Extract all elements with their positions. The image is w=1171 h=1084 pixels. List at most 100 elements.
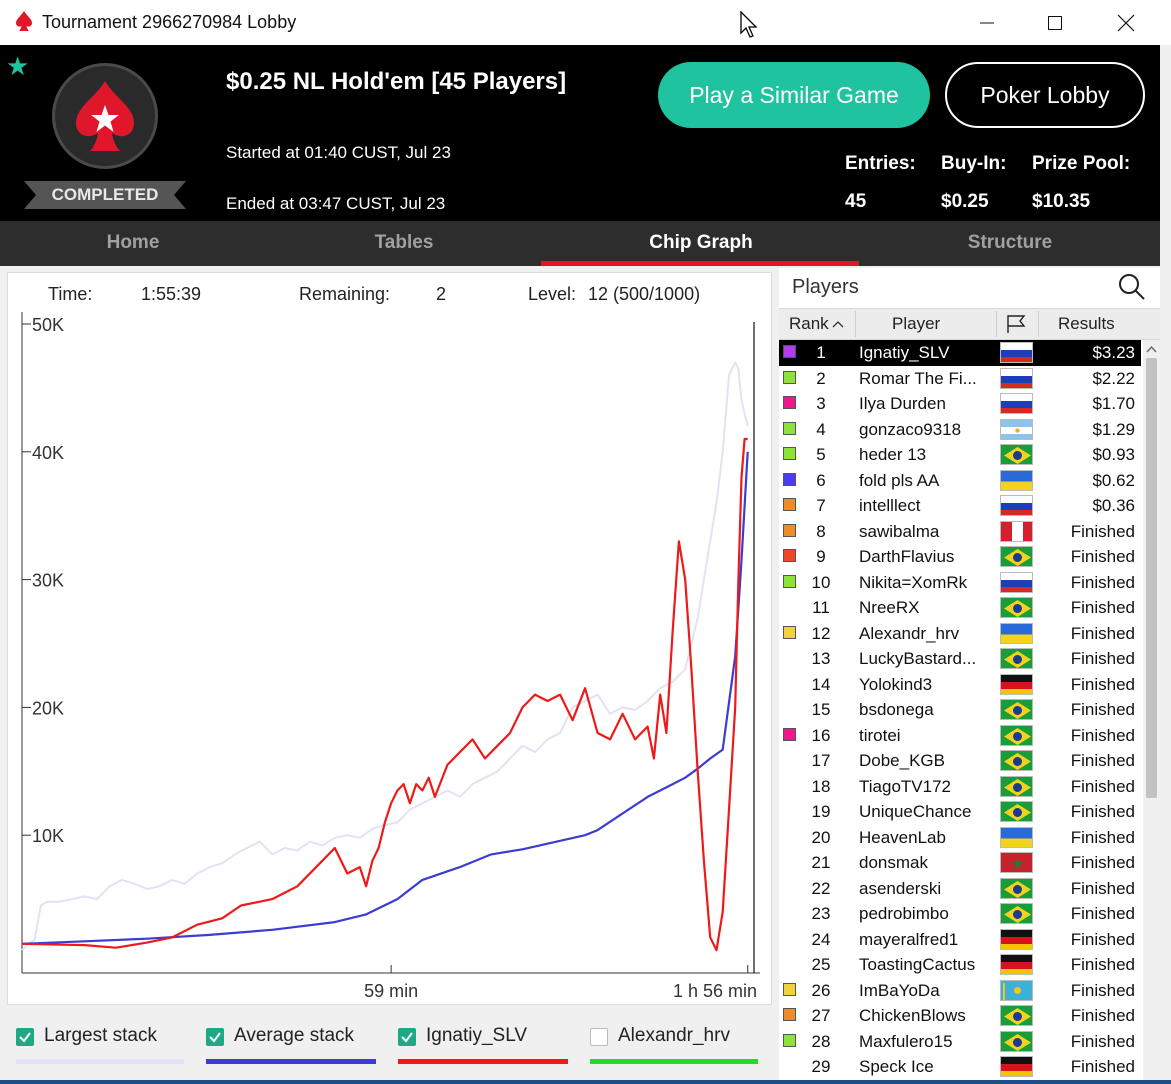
player-result: Finished <box>1070 776 1135 796</box>
player-color-swatch[interactable] <box>783 1033 796 1047</box>
table-row[interactable]: 14 Yolokind3 Finished <box>779 672 1141 698</box>
flag-br-icon <box>1000 699 1033 720</box>
tab-structure[interactable]: Structure <box>860 221 1160 266</box>
player-color-swatch[interactable] <box>783 1008 796 1021</box>
table-row[interactable]: 22 asenderski Finished <box>779 876 1141 902</box>
ignatiy-slv-checkbox[interactable] <box>398 1028 416 1046</box>
table-row[interactable]: 24 mayeralfred1 Finished <box>779 927 1141 953</box>
player-result: Finished <box>1070 547 1135 566</box>
player-color-swatch[interactable] <box>783 523 796 537</box>
player-result: Finished <box>1070 853 1135 872</box>
alexandr-hrv-checkbox[interactable] <box>590 1028 608 1046</box>
player-rank: 17 <box>811 751 831 770</box>
player-color-swatch[interactable] <box>783 370 796 384</box>
player-result: Finished <box>1070 674 1135 694</box>
player-result: Finished <box>1070 904 1135 923</box>
y-tick-label: 50K <box>32 315 64 335</box>
player-result: Finished <box>1070 980 1135 1000</box>
table-row[interactable]: 19 UniqueChance Finished <box>779 799 1141 825</box>
average-stack-checkbox[interactable] <box>206 1028 224 1046</box>
player-result: $2.22 <box>1092 368 1135 388</box>
close-button[interactable] <box>1091 0 1161 45</box>
table-row[interactable]: 2 Romar The Fi... $2.22 <box>779 366 1141 392</box>
player-color-swatch[interactable] <box>783 498 796 511</box>
player-rank: 29 <box>811 1057 831 1076</box>
table-row[interactable]: 18 TiagoTV172 Finished <box>779 774 1141 800</box>
taskbar-edge <box>0 1080 1171 1084</box>
table-row[interactable]: 28 Maxfulero15 Finished <box>779 1029 1141 1055</box>
y-tick-label: 40K <box>32 443 64 463</box>
flag-ru-icon <box>1000 495 1033 516</box>
table-row[interactable]: 11 NreeRX Finished <box>779 595 1141 621</box>
players-scrollbar[interactable] <box>1143 340 1160 1084</box>
player-color-swatch[interactable] <box>783 549 796 562</box>
table-row[interactable]: 15 bsdonega Finished <box>779 697 1141 723</box>
player-color-swatch[interactable] <box>783 345 796 358</box>
player-name: TiagoTV172 <box>859 776 951 796</box>
table-row[interactable]: 26 ImBaYoDa Finished <box>779 978 1141 1004</box>
player-column-header[interactable]: Player <box>892 309 940 339</box>
table-row[interactable]: 1 Ignatiy_SLV $3.23 <box>779 340 1141 366</box>
table-row[interactable]: 12 Alexandr_hrv Finished <box>779 621 1141 647</box>
table-row[interactable]: 3 Ilya Durden $1.70 <box>779 391 1141 417</box>
table-row[interactable]: 23 pedrobimbo Finished <box>779 901 1141 927</box>
table-row[interactable]: 8 sawibalma Finished <box>779 519 1141 545</box>
table-row[interactable]: 9 DarthFlavius Finished <box>779 544 1141 570</box>
table-row[interactable]: 17 Dobe_KGB Finished <box>779 748 1141 774</box>
flag-br-icon <box>1000 801 1033 822</box>
table-row[interactable]: 25 ToastingCactus Finished <box>779 952 1141 978</box>
table-row[interactable]: 7 intelllect $0.36 <box>779 493 1141 519</box>
player-color-swatch[interactable] <box>783 472 796 486</box>
player-color-swatch[interactable] <box>783 625 796 639</box>
largest-stack-checkbox[interactable] <box>16 1028 34 1046</box>
table-row[interactable]: 29 Speck Ice Finished <box>779 1054 1141 1080</box>
table-row[interactable]: 5 heder 13 $0.93 <box>779 442 1141 468</box>
legend-largest-stack[interactable]: Largest stack <box>16 1024 184 1064</box>
rank-column-header[interactable]: Rank <box>789 309 845 339</box>
scroll-up-icon <box>1146 345 1157 353</box>
player-result: $1.70 <box>1092 394 1135 413</box>
table-row[interactable]: 4 gonzaco9318 $1.29 <box>779 417 1141 443</box>
player-color-swatch[interactable] <box>783 574 796 588</box>
x-tick-label: 1 h 56 min <box>673 981 757 1001</box>
scrollbar-thumb[interactable] <box>1146 358 1157 798</box>
table-row[interactable]: 21 donsmak Finished <box>779 850 1141 876</box>
flag-ma-icon <box>1000 852 1033 873</box>
rank-header-label: Rank <box>789 314 829 333</box>
players-table-header: Rank Player Results <box>779 308 1160 340</box>
player-result: Finished <box>1070 1031 1135 1051</box>
legend-ignatiy-slv[interactable]: Ignatiy_SLV <box>398 1024 568 1064</box>
player-color-swatch[interactable] <box>783 982 796 996</box>
poker-lobby-button[interactable]: Poker Lobby <box>945 62 1145 128</box>
legend-average-stack[interactable]: Average stack <box>206 1024 376 1064</box>
player-result: Finished <box>1070 878 1135 898</box>
results-column-header[interactable]: Results <box>1058 309 1115 339</box>
search-icon[interactable] <box>1117 272 1147 302</box>
table-row[interactable]: 27 ChickenBlows Finished <box>779 1003 1141 1029</box>
table-row[interactable]: 16 tirotei Finished <box>779 723 1141 749</box>
maximize-button[interactable] <box>1020 0 1090 45</box>
player-result: Finished <box>1070 521 1135 541</box>
player-rank: 15 <box>811 700 831 719</box>
player-color-swatch[interactable] <box>783 396 796 409</box>
player-name: sawibalma <box>859 521 940 541</box>
player-rank: 5 <box>816 445 826 464</box>
player-result: Finished <box>1070 802 1135 821</box>
player-result: Finished <box>1070 955 1135 974</box>
table-row[interactable]: 20 HeavenLab Finished <box>779 825 1141 851</box>
player-color-swatch[interactable] <box>783 421 796 435</box>
table-row[interactable]: 6 fold pls AA $0.62 <box>779 468 1141 494</box>
table-row[interactable]: 10 Nikita=XomRk Finished <box>779 570 1141 596</box>
minimize-button[interactable] <box>952 0 1022 45</box>
flag-ua-icon <box>1000 622 1033 644</box>
player-rank: 24 <box>811 929 831 949</box>
legend-alexandr-hrv[interactable]: Alexandr_hrv <box>590 1024 758 1064</box>
legend-label: Ignatiy_SLV <box>426 1025 528 1046</box>
player-result: $0.62 <box>1092 470 1135 490</box>
flag-br-icon <box>1000 750 1033 771</box>
player-name: Maxfulero15 <box>859 1031 953 1051</box>
player-name: tirotei <box>859 725 901 745</box>
table-row[interactable]: 13 LuckyBastard... Finished <box>779 646 1141 672</box>
player-color-swatch[interactable] <box>783 447 796 460</box>
player-color-swatch[interactable] <box>783 727 796 741</box>
